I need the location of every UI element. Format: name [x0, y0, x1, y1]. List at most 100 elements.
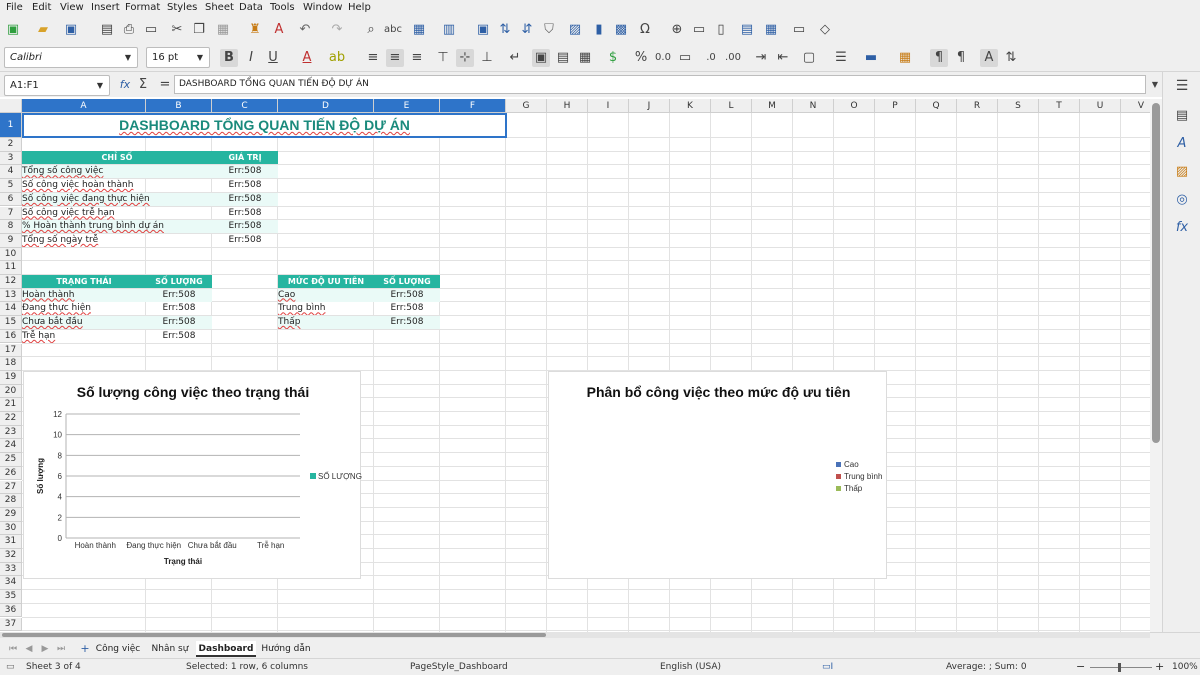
sheet-tab-1[interactable]: Công việc [92, 641, 144, 657]
row-header-35[interactable]: 35 [0, 590, 22, 604]
kpi-row-value[interactable]: Err:508 [212, 179, 278, 192]
horizontal-scrollbar[interactable] [0, 632, 1150, 638]
column-header-b[interactable]: B [146, 99, 212, 113]
column-header-a[interactable]: A [22, 99, 146, 113]
kpi-row-label[interactable]: % Hoàn thành trung bình dự án [22, 220, 212, 234]
status-header-value[interactable]: SỐ LƯỢNG [146, 275, 212, 288]
kpi-row-value[interactable]: Err:508 [212, 207, 278, 220]
row-header-31[interactable]: 31 [0, 535, 22, 549]
row-header-5[interactable]: 5 [0, 179, 22, 193]
borders-icon[interactable]: ▢ [800, 49, 818, 67]
status-row-label[interactable]: Đang thực hiện [22, 302, 146, 315]
hyperlink-icon[interactable]: ⊕ [668, 21, 686, 39]
column-header-k[interactable]: K [670, 99, 711, 113]
kpi-header-value[interactable]: GIÁ TRỊ [212, 151, 278, 164]
underline-icon[interactable]: U [264, 49, 282, 67]
row-header-25[interactable]: 25 [0, 453, 22, 467]
name-box[interactable]: A1:F1 ▼ [4, 75, 110, 96]
functions-icon[interactable]: fx [1173, 219, 1191, 237]
align-top-icon[interactable]: ⊤ [434, 49, 452, 67]
column-header-o[interactable]: O [834, 99, 875, 113]
kpi-row-label[interactable]: Số công việc hoàn thành [22, 179, 212, 192]
kpi-row-value[interactable]: Err:508 [212, 234, 278, 247]
row-header-1[interactable]: 1 [0, 113, 22, 138]
properties-icon[interactable]: ▤ [1173, 107, 1191, 125]
menu-item-insert[interactable]: Insert [91, 2, 120, 13]
currency-format-icon[interactable]: $ [604, 49, 622, 67]
save-icon[interactable]: ▣ [62, 21, 80, 39]
row-header-13[interactable]: 13 [0, 288, 22, 303]
define-print-area-icon[interactable]: ▤ [738, 21, 756, 39]
column-header-l[interactable]: L [711, 99, 752, 113]
row-header-19[interactable]: 19 [0, 370, 22, 385]
row-header-26[interactable]: 26 [0, 466, 22, 481]
border-style-icon[interactable]: ☰ [832, 49, 850, 67]
column-header-v[interactable]: V [1121, 99, 1150, 113]
menu-item-sheet[interactable]: Sheet [205, 2, 234, 13]
spreadsheet-grid[interactable]: ABCDEFGHIJKLMNOPQRSTUV 1 2 3 4 5 6 7 8 9 10 11 12 13… [0, 99, 1150, 632]
menu-item-styles[interactable]: Styles [167, 2, 197, 13]
freeze-icon[interactable]: ▣ [474, 21, 492, 39]
navigator-icon[interactable]: ◎ [1173, 191, 1191, 209]
column-header-s[interactable]: S [998, 99, 1039, 113]
number-format-icon[interactable]: 0.0 [654, 49, 672, 67]
row-header-23[interactable]: 23 [0, 425, 22, 440]
decrease-indent-icon[interactable]: ⇤ [774, 49, 792, 67]
freeze-rows-columns-icon[interactable]: ▦ [762, 21, 780, 39]
row-header-21[interactable]: 21 [0, 398, 22, 412]
row-header-30[interactable]: 30 [0, 521, 22, 536]
sort-ascending-icon[interactable]: ⇅ [496, 21, 514, 39]
row-header-15[interactable]: 15 [0, 316, 22, 330]
column-header-h[interactable]: H [547, 99, 588, 113]
kpi-row-value[interactable]: Err:508 [212, 220, 278, 234]
clone-formatting-icon[interactable]: ♜ [246, 21, 264, 39]
menu-item-view[interactable]: View [60, 2, 84, 13]
priority-row-label[interactable]: Cao [278, 288, 374, 302]
select-all-corner[interactable] [0, 99, 22, 113]
italic-icon[interactable]: I [242, 49, 260, 67]
row-header-9[interactable]: 9 [0, 233, 22, 248]
row-header-14[interactable]: 14 [0, 302, 22, 317]
priority-row-value[interactable]: Err:508 [374, 302, 440, 315]
menu-item-format[interactable]: Format [125, 2, 160, 13]
formula-icon[interactable]: = [156, 76, 174, 94]
autofilter-icon[interactable]: ⛉ [540, 21, 558, 39]
column-header-t[interactable]: T [1039, 99, 1080, 113]
column-header-u[interactable]: U [1080, 99, 1121, 113]
status-row-value[interactable]: Err:508 [146, 288, 212, 302]
sheet-tab-4[interactable]: Hướng dẫn [258, 641, 314, 657]
menu-item-file[interactable]: File [6, 2, 23, 13]
priority-row-value[interactable]: Err:508 [374, 316, 440, 330]
column-header-j[interactable]: J [629, 99, 670, 113]
status-row-value[interactable]: Err:508 [146, 302, 212, 315]
row-header-6[interactable]: 6 [0, 192, 22, 207]
hamburger-menu-icon[interactable]: ☰ [1173, 77, 1191, 95]
priority-header-value[interactable]: SỐ LƯỢNG [374, 275, 440, 288]
status-row-label[interactable]: Hoàn thành [22, 288, 146, 302]
border-color-icon[interactable]: ▬ [862, 49, 880, 67]
column-header-i[interactable]: I [588, 99, 629, 113]
row-header-34[interactable]: 34 [0, 576, 22, 591]
headers-footers-icon[interactable]: ▯ [712, 21, 730, 39]
print-icon[interactable]: ⎙ [120, 21, 138, 39]
unmerge-cells-icon[interactable]: ▦ [576, 49, 594, 67]
new-document-icon[interactable]: ▣ [4, 21, 22, 39]
menu-item-tools[interactable]: Tools [270, 2, 295, 13]
row-header-8[interactable]: 8 [0, 220, 22, 234]
row-header-16[interactable]: 16 [0, 329, 22, 344]
status-row-label[interactable]: Chưa bắt đầu [22, 316, 146, 330]
row-header-37[interactable]: 37 [0, 617, 22, 632]
chevron-down-icon[interactable]: ▼ [193, 50, 207, 65]
menu-item-data[interactable]: Data [239, 2, 263, 13]
row-header-22[interactable]: 22 [0, 412, 22, 426]
text-direction-ltr-icon[interactable]: ¶ [930, 49, 948, 67]
delete-decimal-icon[interactable]: .00 [724, 49, 742, 67]
zoom-out-icon[interactable]: − [1076, 660, 1085, 673]
increase-indent-icon[interactable]: ⇥ [752, 49, 770, 67]
column-header-g[interactable]: G [506, 99, 547, 113]
chart-icon[interactable]: ▮ [590, 21, 608, 39]
special-character-icon[interactable]: Ω [636, 21, 654, 39]
vertical-scroll-thumb[interactable] [1152, 103, 1160, 443]
vertical-text-icon[interactable]: ⇅ [1002, 49, 1020, 67]
status-row-value[interactable]: Err:508 [146, 316, 212, 330]
